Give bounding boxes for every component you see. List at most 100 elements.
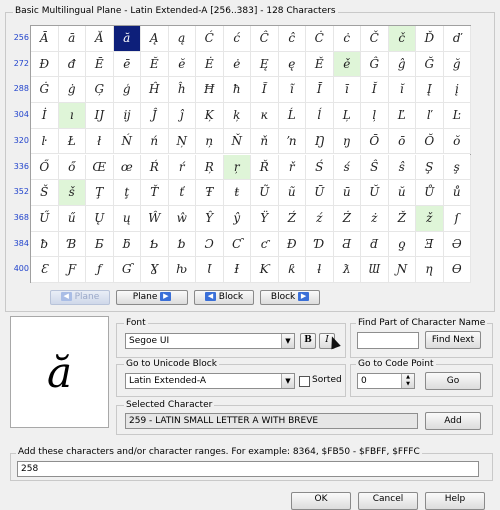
char-cell[interactable]: Ī (306, 77, 334, 104)
char-cell[interactable]: ű (58, 205, 86, 232)
char-cell[interactable]: ƈ (251, 231, 279, 258)
chevron-down-icon[interactable]: ▼ (281, 374, 294, 388)
char-cell[interactable]: ť (168, 180, 196, 206)
char-cell[interactable]: Ƈ (223, 231, 251, 258)
char-cell[interactable]: ŀ (31, 128, 59, 155)
char-cell[interactable]: ĕ (168, 51, 196, 78)
next-block-button[interactable]: Block ▶ (260, 290, 320, 305)
chevron-down-icon[interactable]: ▼ (281, 334, 294, 348)
unicode-block-select[interactable]: Latin Extended-A ▼ (125, 373, 295, 389)
char-cell[interactable]: Ĭ (361, 77, 389, 104)
char-cell[interactable]: Ĩ (251, 77, 279, 104)
char-cell[interactable]: ĸ (251, 103, 279, 129)
char-cell[interactable]: į (443, 77, 471, 104)
code-point-input[interactable]: 0 ▲ ▼ (357, 373, 415, 389)
char-cell[interactable]: Į (416, 77, 444, 104)
char-cell[interactable]: ģ (113, 77, 141, 104)
char-cell[interactable]: Ɩ (196, 257, 224, 283)
char-cell[interactable]: ƛ (333, 257, 361, 283)
char-cell[interactable]: ć (223, 26, 251, 52)
char-cell[interactable]: ļ (361, 103, 389, 129)
char-cell[interactable]: Ě (306, 51, 334, 78)
char-cell[interactable]: Ŕ (141, 154, 169, 181)
char-cell[interactable]: ĉ (278, 26, 306, 52)
char-cell[interactable]: ċ (333, 26, 361, 52)
char-cell[interactable]: ƀ (31, 231, 59, 258)
bold-button[interactable]: B (300, 333, 316, 349)
char-cell[interactable]: Ũ (251, 180, 279, 206)
char-cell[interactable]: Ÿ (251, 205, 279, 232)
char-cell[interactable]: Ĝ (361, 51, 389, 78)
char-cell[interactable]: Ň (223, 128, 251, 155)
char-cell[interactable]: ſ (443, 205, 471, 232)
char-cell[interactable]: ž (416, 205, 444, 232)
font-select[interactable]: Segoe UI ▼ (125, 333, 295, 349)
char-cell[interactable]: Ŧ (196, 180, 224, 206)
next-plane-button[interactable]: Plane ▶ (116, 290, 188, 305)
char-cell[interactable]: Ƃ (86, 231, 114, 258)
char-cell[interactable]: Ņ (168, 128, 196, 155)
char-cell[interactable]: Ĺ (278, 103, 306, 129)
char-cell[interactable]: ŝ (388, 154, 416, 181)
char-cell[interactable]: ń (141, 128, 169, 155)
char-cell[interactable]: ő (58, 154, 86, 181)
char-cell[interactable]: Ţ (86, 180, 114, 206)
char-cell[interactable]: Ɔ (196, 231, 224, 258)
char-cell[interactable]: ŗ (223, 154, 251, 181)
char-cell[interactable]: Ŋ (306, 128, 334, 155)
char-cell[interactable]: Ĳ (86, 103, 114, 129)
char-cell[interactable]: ŋ (333, 128, 361, 155)
char-cell[interactable]: ř (278, 154, 306, 181)
char-cell[interactable]: Ŀ (443, 103, 471, 129)
char-cell[interactable]: Ŷ (196, 205, 224, 232)
char-cell[interactable]: ē (113, 51, 141, 78)
char-cell[interactable]: ũ (278, 180, 306, 206)
char-cell[interactable]: ů (443, 180, 471, 206)
char-cell[interactable]: Ƒ (58, 257, 86, 283)
char-cell[interactable]: ņ (196, 128, 224, 155)
char-cell[interactable]: ƞ (416, 257, 444, 283)
char-cell[interactable]: Č (361, 26, 389, 52)
char-cell[interactable]: Ŗ (196, 154, 224, 181)
char-cell[interactable]: ġ (58, 77, 86, 104)
char-cell[interactable]: ƅ (168, 231, 196, 258)
char-cell[interactable]: Ə (443, 231, 471, 258)
char-cell[interactable]: ğ (443, 51, 471, 78)
char-cell[interactable]: ĵ (168, 103, 196, 129)
char-cell[interactable]: Ź (278, 205, 306, 232)
char-cell[interactable]: ƙ (278, 257, 306, 283)
char-cell[interactable]: ƕ (168, 257, 196, 283)
char-cell[interactable]: Ą (141, 26, 169, 52)
char-cell[interactable]: ż (361, 205, 389, 232)
char-cell[interactable]: Ž (388, 205, 416, 232)
char-cell[interactable]: ŧ (223, 180, 251, 206)
char-cell[interactable]: ŭ (388, 180, 416, 206)
char-cell[interactable]: ţ (113, 180, 141, 206)
help-button[interactable]: Help (425, 492, 485, 510)
char-cell[interactable]: Ɲ (388, 257, 416, 283)
char-cell[interactable]: ħ (223, 77, 251, 104)
char-cell[interactable]: Ɠ (113, 257, 141, 283)
char-cell[interactable]: Ŝ (361, 154, 389, 181)
char-cell[interactable]: ƚ (306, 257, 334, 283)
char-cell[interactable]: Ľ (388, 103, 416, 129)
char-cell[interactable]: Ł (58, 128, 86, 155)
char-cell[interactable]: ą (168, 26, 196, 52)
char-cell[interactable]: Ş (416, 154, 444, 181)
char-cell[interactable]: ŏ (443, 128, 471, 155)
char-cell[interactable]: œ (113, 154, 141, 181)
char-cell[interactable]: š (58, 180, 86, 206)
char-cell[interactable]: ĝ (388, 51, 416, 78)
char-cell[interactable]: ī (333, 77, 361, 104)
char-cell[interactable]: Ť (141, 180, 169, 206)
add-characters-input[interactable]: 258 (17, 461, 479, 477)
char-cell[interactable]: Ɣ (141, 257, 169, 283)
char-cell[interactable]: Ɖ (278, 231, 306, 258)
char-cell[interactable]: ĩ (278, 77, 306, 104)
char-cell[interactable]: Ġ (31, 77, 59, 104)
char-cell[interactable]: ŉ (278, 128, 306, 155)
character-grid[interactable]: ĀāĂăĄąĆćĈĉĊċČčĎď ĐđĒēĔĕĖėĘęĚěĜĝĞğ ĠġĢģĤĥĦħ… (30, 25, 471, 283)
char-cell[interactable]: Ű (31, 205, 59, 232)
prev-block-button[interactable]: ◀ Block (194, 290, 254, 305)
ok-button[interactable]: OK (291, 492, 351, 510)
